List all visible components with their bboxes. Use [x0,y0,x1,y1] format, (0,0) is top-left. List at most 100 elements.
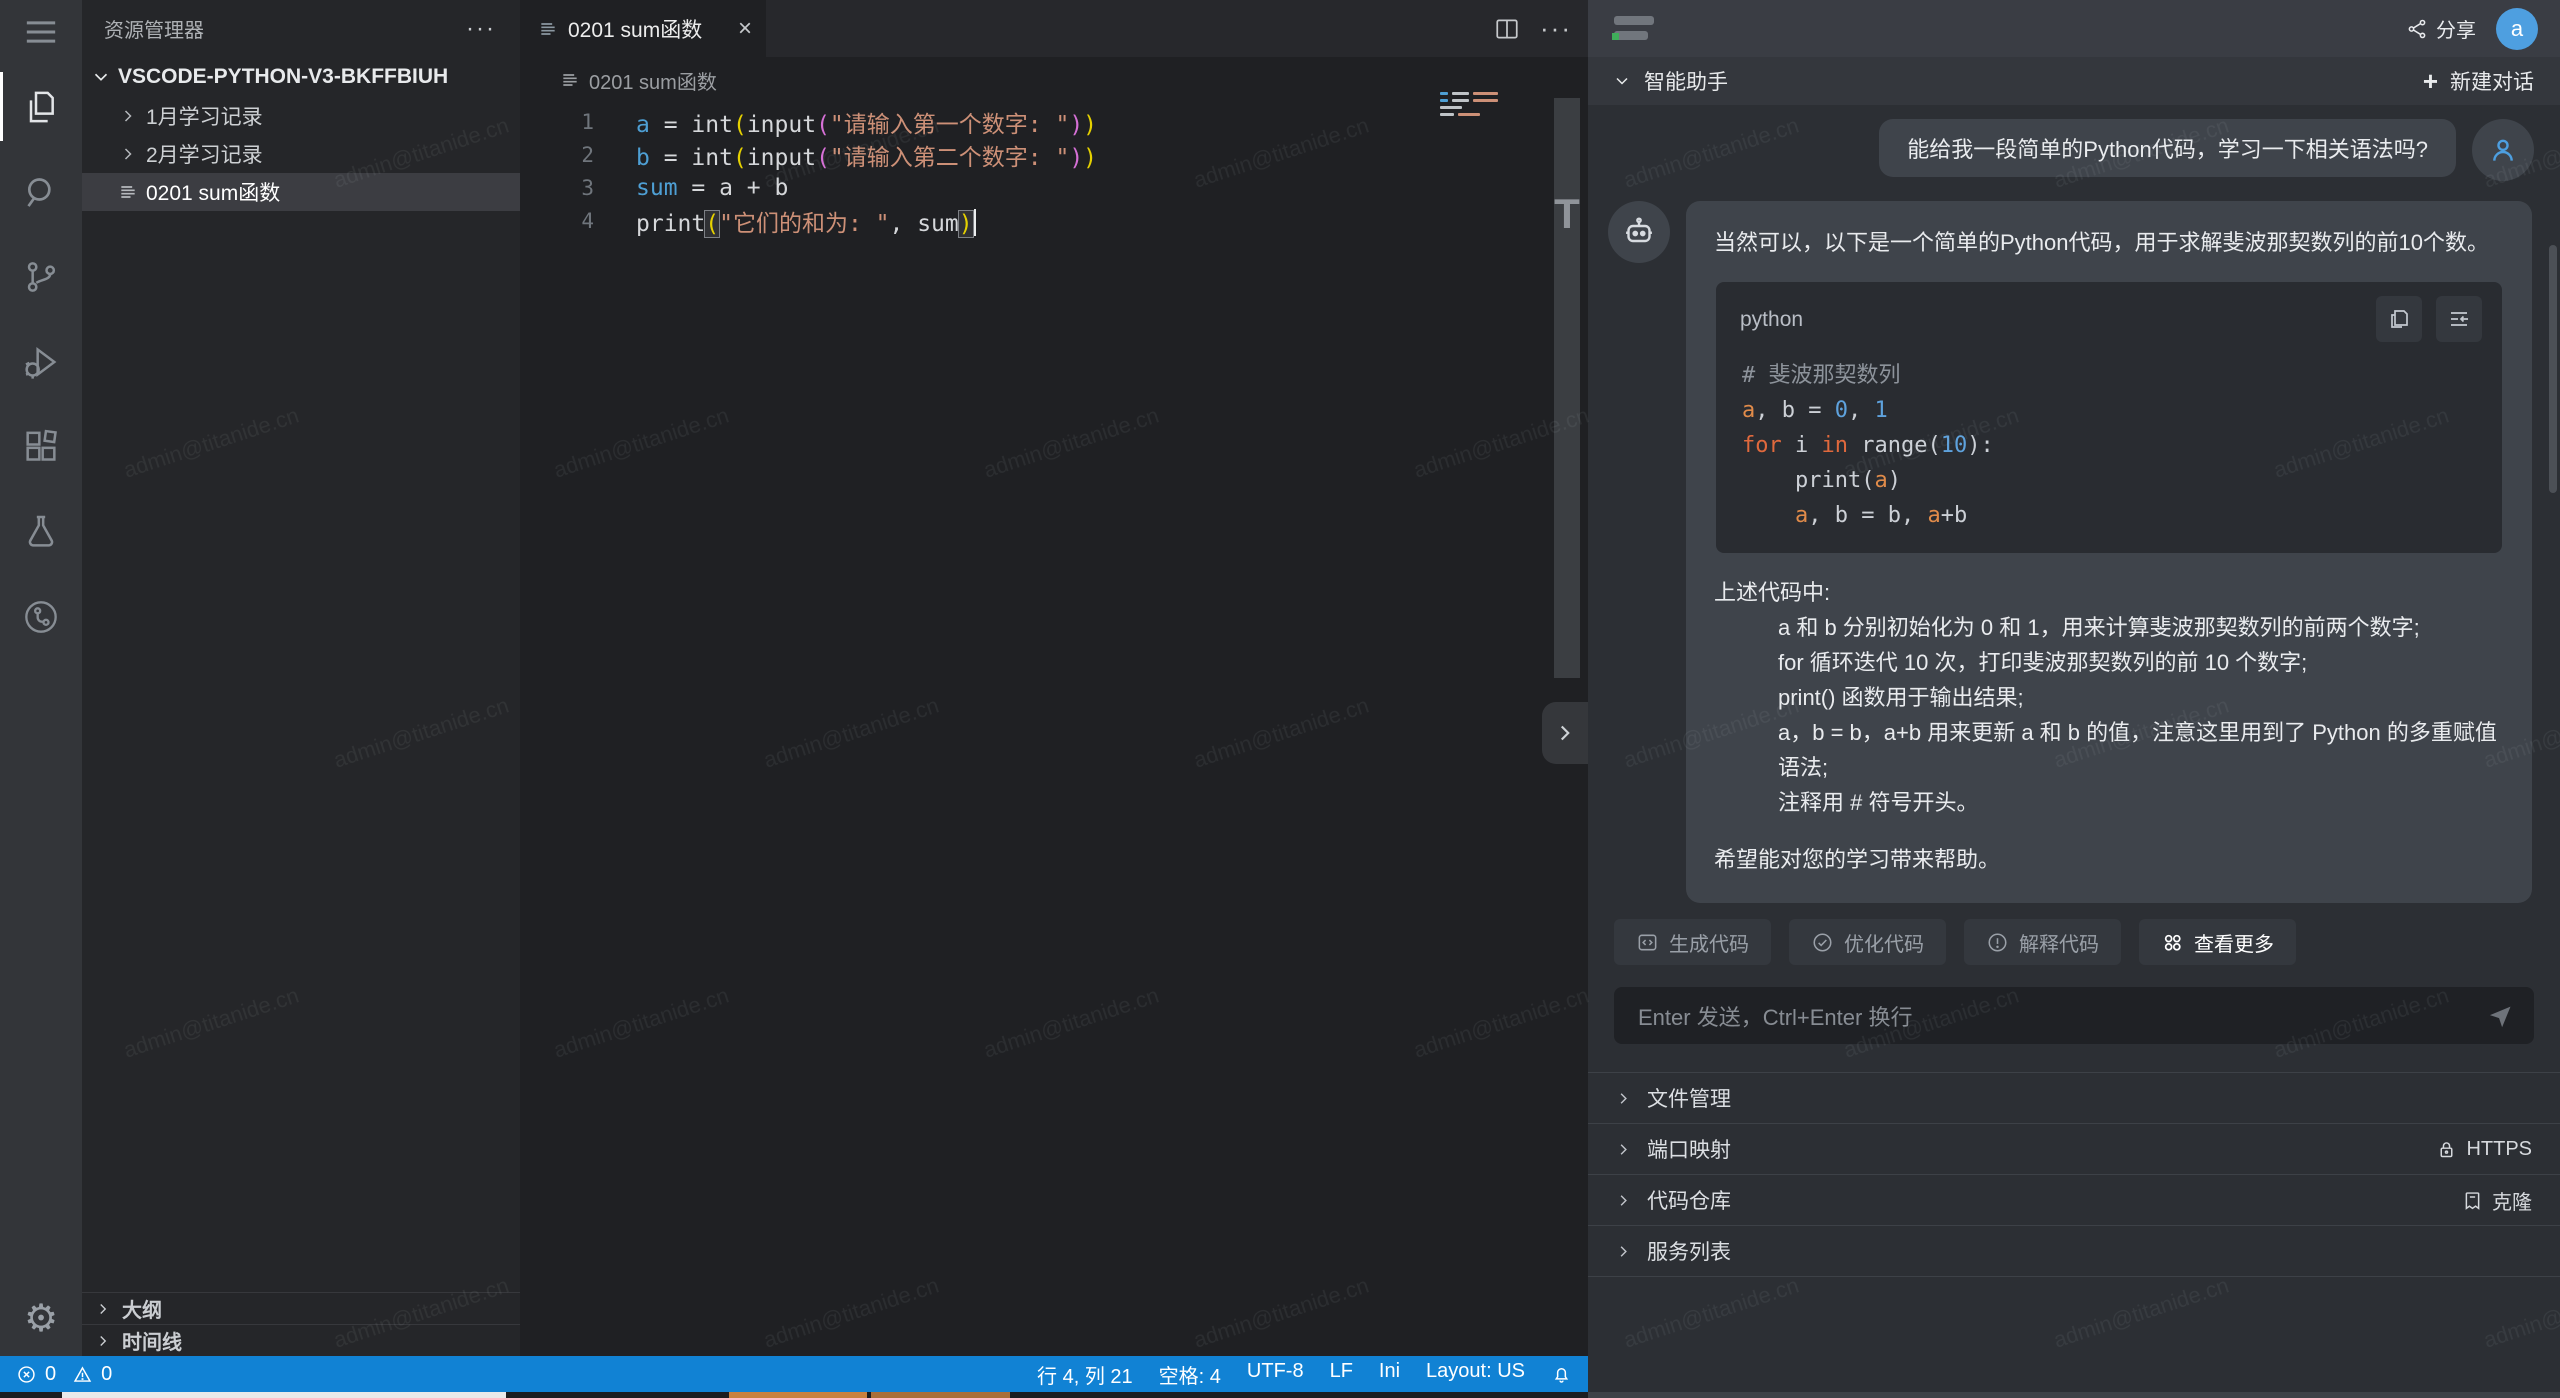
send-icon[interactable] [2486,1002,2514,1030]
section-action-HTTPS[interactable]: HTTPS [2436,1138,2532,1161]
tree-item-0201 sum函数[interactable]: 0201 sum函数 [82,173,520,211]
chevron-right-icon [1614,1089,1633,1108]
tree-item-label: 0201 sum函数 [146,177,280,207]
file-list-icon [538,19,558,39]
more-actions-icon[interactable]: ··· [466,15,496,43]
line-number: 3 [520,176,594,200]
chat-input-placeholder: Enter 发送，Ctrl+Enter 换行 [1638,1000,1912,1032]
problems-status[interactable]: 0 0 [16,1363,112,1386]
code-line-text: sum = a + b [594,175,788,201]
tree-item-2月学习记录[interactable]: 2月学习记录 [82,135,520,173]
workspace-root-row[interactable]: VSCODE-PYTHON-V3-BKFFBIUH [82,57,520,97]
extensions-icon[interactable] [0,404,82,489]
panel-section-文件管理[interactable]: 文件管理 [1588,1073,2560,1124]
chevron-right-icon [118,144,138,164]
status-items: 行 4, 列 21 空格: 4 UTF-8 LF Ini Layout: US [1037,1360,1525,1389]
quick-action-生成代码[interactable]: 生成代码 [1614,919,1771,965]
split-editor-icon[interactable] [1494,16,1520,42]
menu-icon[interactable] [0,0,82,64]
quick-action-查看更多[interactable]: 查看更多 [2139,919,2296,965]
avatar[interactable]: a [2496,8,2538,50]
section-label-group: 文件管理 [1614,1083,1731,1113]
editor-actions: ··· [1494,0,1572,57]
reply-intro: 当然可以，以下是一个简单的Python代码，用于求解斐波那契数列的前10个数。 [1714,225,2504,260]
panel-scrollbar-thumb[interactable] [2549,245,2557,493]
line-number: 1 [520,110,594,134]
quick-action-优化代码[interactable]: 优化代码 [1789,919,1946,965]
status-item[interactable]: 行 4, 列 21 [1037,1360,1133,1389]
quick-action-label: 生成代码 [1669,928,1749,957]
section-label: 文件管理 [1647,1083,1731,1113]
chevron-right-icon [1614,1191,1633,1210]
panel-section-代码仓库[interactable]: 代码仓库克隆 [1588,1175,2560,1226]
new-chat-label: 新建对话 [2450,66,2534,96]
code-language-label: python [1740,302,1803,337]
tab-label: 0201 sum函数 [568,14,702,44]
settings-icon[interactable]: ⚙ [0,1286,82,1356]
explanation-line: 注释用 # 符号开头。 [1714,785,2504,820]
remote-runner-icon[interactable] [0,574,82,659]
status-item[interactable]: UTF-8 [1247,1360,1304,1389]
editor-scrollbar[interactable]: T [1554,98,1580,678]
code-line-text: b = int(input("请输入第二个数字: ")) [594,138,1097,172]
info-circle-icon [1986,931,2009,954]
testing-icon[interactable] [0,489,82,574]
section-label: 端口映射 [1647,1134,1731,1164]
status-item[interactable]: Ini [1379,1360,1400,1389]
explorer-icon[interactable] [0,64,82,149]
status-item[interactable]: Layout: US [1426,1360,1525,1389]
panel-section-端口映射[interactable]: 端口映射 HTTPS [1588,1124,2560,1175]
explorer-sidebar: 资源管理器 ··· VSCODE-PYTHON-V3-BKFFBIUH 1月学习… [82,0,520,1356]
status-right: 行 4, 列 21 空格: 4 UTF-8 LF Ini Layout: US [1037,1360,1572,1389]
workspace-name: VSCODE-PYTHON-V3-BKFFBIUH [118,65,448,89]
tree-item-1月学习记录[interactable]: 1月学习记录 [82,97,520,135]
chevron-right-icon [1614,1242,1633,1261]
source-control-icon[interactable] [0,234,82,319]
chat-input[interactable]: Enter 发送，Ctrl+Enter 换行 [1614,987,2534,1044]
explanation-line: a，b = b，a+b 用来更新 a 和 b 的值，注意这里用到了 Python… [1714,715,2504,785]
run-debug-icon[interactable] [0,319,82,404]
code-area[interactable]: 1a = int(input("请输入第一个数字: "))2b = int(in… [520,103,1588,237]
text-cursor [974,209,976,236]
section-label-group: 服务列表 [1614,1236,1731,1266]
scrollbar-watermark-letter: T [1554,190,1580,238]
sidebar-bottom-sections: 大纲时间线 [82,1292,520,1356]
explorer-title: 资源管理器 [104,14,204,43]
tab-0201-sum[interactable]: 0201 sum函数 × [520,0,766,57]
panel-section-服务列表[interactable]: 服务列表 [1588,1226,2560,1277]
chevron-right-icon [94,1300,112,1318]
new-chat-button[interactable]: + 新建对话 [2423,66,2534,96]
search-icon[interactable] [0,149,82,234]
breadcrumb[interactable]: 0201 sum函数 [520,57,1588,103]
bell-icon[interactable] [1551,1364,1572,1385]
quick-action-解释代码[interactable]: 解释代码 [1964,919,2121,965]
quick-action-label: 查看更多 [2194,928,2274,957]
section-action-克隆[interactable]: 克隆 [2462,1186,2532,1215]
chevron-down-icon [90,66,112,88]
workspace-menu-icon[interactable] [1614,16,1658,42]
insert-code-button[interactable] [2436,296,2482,342]
code-line: 4print("它们的和为: ", sum) [520,204,1588,237]
grid-icon [2161,931,2184,954]
panel-expand-button[interactable] [1542,702,1588,764]
section-action-label: 克隆 [2492,1186,2532,1215]
sidebar-section-时间线[interactable]: 时间线 [82,1324,520,1356]
editor-more-icon[interactable]: ··· [1540,13,1572,44]
status-item[interactable]: LF [1330,1360,1353,1389]
chevron-right-icon [1552,720,1578,746]
assistant-collapse[interactable]: 智能助手 [1612,66,1728,96]
quick-action-label: 解释代码 [2019,928,2099,957]
code-block-content[interactable]: # 斐波那契数列a, b = 0, 1for i in range(10): p… [1716,354,2502,533]
chat-area: 能给我一段简单的Python代码，学习一下相关语法吗? 当然可以，以下是一个简单… [1588,105,2560,903]
assistant-panel: 分享 a 智能助手 + 新建对话 能给我一段简单的Python代码，学习一下相关… [1588,0,2560,1398]
status-item[interactable]: 空格: 4 [1159,1360,1221,1389]
close-icon[interactable]: × [738,17,752,41]
share-button[interactable]: 分享 [2406,14,2476,43]
tree-item-label: 2月学习记录 [146,139,263,169]
sidebar-section-大纲[interactable]: 大纲 [82,1292,520,1324]
ide-window: ⚙ 资源管理器 ··· VSCODE-PYTHON-V3-BKFFBIUH 1月… [0,0,2560,1398]
status-dot [1612,33,1619,40]
copy-code-button[interactable] [2376,296,2422,342]
section-action-label: HTTPS [2466,1138,2532,1161]
taskbar-sliver [0,1392,2560,1398]
